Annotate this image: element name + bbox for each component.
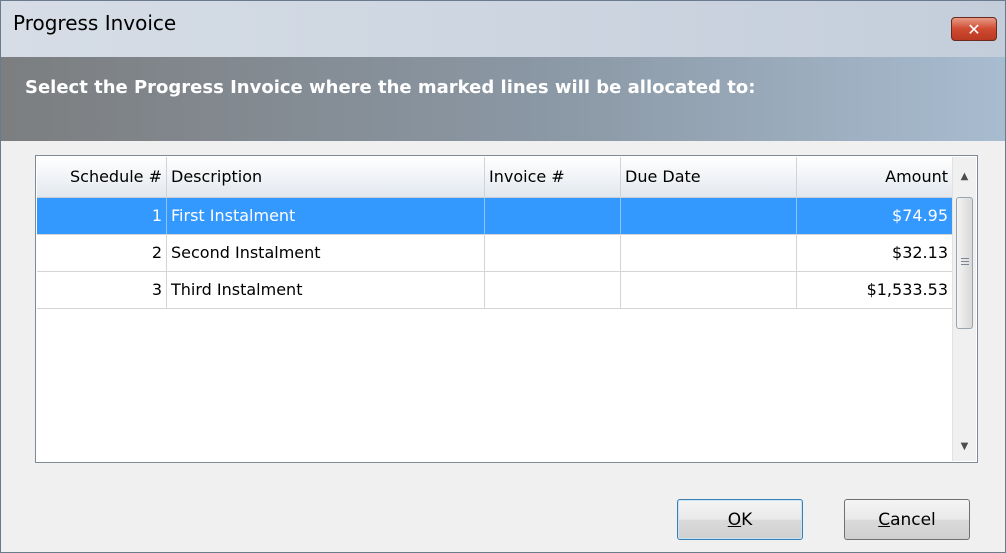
window-title: Progress Invoice [13, 11, 177, 35]
scroll-up-arrow-icon[interactable]: ▲ [953, 165, 976, 187]
table-row[interactable]: 2 Second Instalment $32.13 [37, 235, 952, 272]
grip-line [961, 261, 969, 262]
column-header-description[interactable]: Description [167, 157, 485, 197]
schedule-cell: 3 [37, 272, 167, 308]
dialog-content: Schedule # Description Invoice # Due Dat… [1, 141, 1005, 552]
amount-cell: $32.13 [892, 243, 948, 262]
cancel-button[interactable]: Cancel [844, 499, 970, 540]
invoice-schedule-grid: Schedule # Description Invoice # Due Dat… [35, 155, 978, 463]
column-header-schedule[interactable]: Schedule # [37, 157, 167, 197]
close-button[interactable]: ✕ [951, 17, 997, 41]
title-bar[interactable]: Progress Invoice ✕ [1, 1, 1005, 57]
scrollbar-thumb[interactable] [956, 197, 973, 329]
instruction-text: Select the Progress Invoice where the ma… [25, 77, 756, 98]
column-header-amount[interactable]: Amount [797, 157, 952, 197]
cancel-mnemonic: C [878, 509, 891, 530]
instruction-banner: Select the Progress Invoice where the ma… [1, 57, 1005, 141]
schedule-cell: 2 [37, 235, 167, 271]
invoice-cell [485, 235, 621, 271]
ok-mnemonic: O [727, 509, 742, 530]
grip-line [961, 258, 969, 259]
ok-label: K [741, 509, 753, 530]
grid-header: Schedule # Description Invoice # Due Dat… [37, 157, 952, 198]
column-header-due-date[interactable]: Due Date [621, 157, 797, 197]
description-cell: Second Instalment [167, 235, 485, 271]
progress-invoice-dialog: Progress Invoice ✕ Select the Progress I… [0, 0, 1006, 553]
invoice-cell [485, 198, 621, 234]
table-row[interactable]: 3 Third Instalment $1,533.53 [37, 272, 952, 309]
invoice-cell [485, 272, 621, 308]
amount-cell: $74.95 [892, 206, 948, 225]
amount-cell: $1,533.53 [866, 280, 948, 299]
due-date-cell [621, 235, 797, 271]
table-row[interactable]: 1 First Instalment $74.95 [37, 198, 952, 235]
grip-line [961, 264, 969, 265]
ok-button[interactable]: OK [677, 499, 803, 540]
column-header-invoice[interactable]: Invoice # [485, 157, 621, 197]
description-cell: First Instalment [167, 198, 485, 234]
close-x-icon: ✕ [967, 19, 981, 39]
description-cell: Third Instalment [167, 272, 485, 308]
grid-body: Schedule # Description Invoice # Due Dat… [37, 157, 952, 461]
due-date-cell [621, 198, 797, 234]
schedule-cell: 1 [37, 198, 167, 234]
scroll-down-arrow-icon[interactable]: ▼ [953, 435, 976, 457]
due-date-cell [621, 272, 797, 308]
vertical-scrollbar[interactable]: ▲ ▼ [952, 157, 976, 461]
cancel-label: ancel [890, 509, 936, 530]
